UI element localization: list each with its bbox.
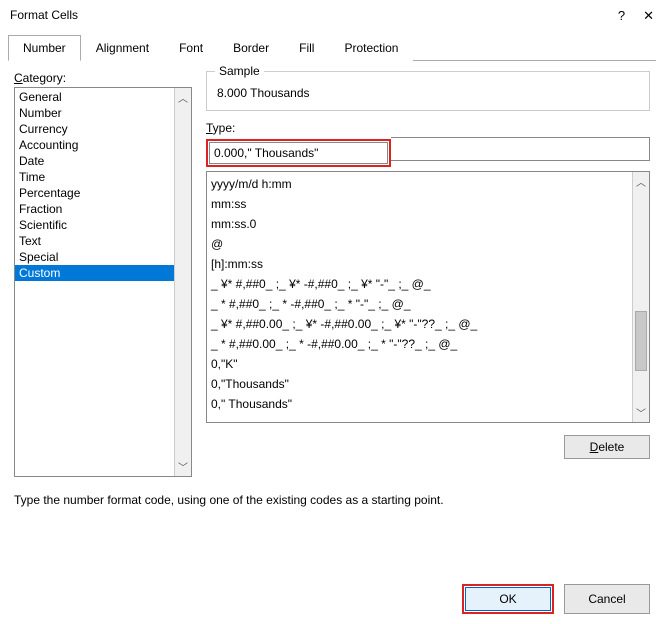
format-item[interactable]: yyyy/m/d h:mm: [211, 174, 645, 194]
window-controls: ? ✕: [618, 9, 654, 22]
category-scrollbar[interactable]: ︿ ﹀: [174, 88, 191, 476]
type-input-highlight: [206, 139, 391, 167]
category-item-time[interactable]: Time: [15, 169, 191, 185]
category-item-scientific[interactable]: Scientific: [15, 217, 191, 233]
type-label: Type:: [206, 121, 650, 135]
format-scrollbar[interactable]: ︿ ﹀: [632, 172, 649, 422]
tab-strip: Number Alignment Font Border Fill Protec…: [8, 34, 656, 61]
tab-border[interactable]: Border: [218, 35, 284, 61]
category-item-text[interactable]: Text: [15, 233, 191, 249]
delete-row: Delete: [206, 423, 650, 459]
chevron-down-icon[interactable]: ﹀: [633, 403, 649, 422]
type-input[interactable]: [209, 142, 388, 164]
cancel-button[interactable]: Cancel: [564, 584, 650, 614]
category-item-custom[interactable]: Custom: [15, 265, 191, 281]
help-icon[interactable]: ?: [618, 9, 625, 22]
format-item[interactable]: 0,"Thousands": [211, 374, 645, 394]
format-item[interactable]: mm:ss: [211, 194, 645, 214]
category-item-fraction[interactable]: Fraction: [15, 201, 191, 217]
format-item[interactable]: _ ¥* #,##0_ ;_ ¥* -#,##0_ ;_ ¥* "-"_ ;_ …: [211, 274, 645, 294]
scrollbar-thumb[interactable]: [635, 311, 647, 371]
ok-highlight: OK: [462, 584, 554, 614]
sample-group: Sample 8.000 Thousands: [206, 71, 650, 111]
format-details: Sample 8.000 Thousands Type: yyyy/m/d h:…: [206, 71, 650, 477]
dialog-title: Format Cells: [10, 8, 78, 22]
format-item[interactable]: 0,"K": [211, 354, 645, 374]
category-item-date[interactable]: Date: [15, 153, 191, 169]
dialog-footer: OK Cancel: [462, 584, 650, 614]
delete-button[interactable]: Delete: [564, 435, 650, 459]
type-input-extension[interactable]: [391, 137, 650, 161]
format-item[interactable]: [h]:mm:ss: [211, 254, 645, 274]
category-listbox[interactable]: General Number Currency Accounting Date …: [14, 87, 192, 477]
sample-label: Sample: [215, 64, 264, 78]
hint-text: Type the number format code, using one o…: [0, 477, 664, 507]
category-item-special[interactable]: Special: [15, 249, 191, 265]
chevron-up-icon[interactable]: ︿: [633, 172, 649, 191]
format-item[interactable]: _ * #,##0.00_ ;_ * -#,##0.00_ ;_ * "-"??…: [211, 334, 645, 354]
tab-fill[interactable]: Fill: [284, 35, 329, 61]
format-code-listbox[interactable]: yyyy/m/d h:mm mm:ss mm:ss.0 @ [h]:mm:ss …: [206, 171, 650, 423]
chevron-up-icon[interactable]: ︿: [175, 88, 191, 107]
tab-alignment[interactable]: Alignment: [81, 35, 164, 61]
format-item[interactable]: 0," Thousands": [211, 394, 645, 414]
format-item[interactable]: mm:ss.0: [211, 214, 645, 234]
type-input-row: [206, 137, 650, 171]
tab-content: Category: General Number Currency Accoun…: [0, 61, 664, 477]
chevron-down-icon[interactable]: ﹀: [175, 457, 191, 476]
category-item-general[interactable]: General: [15, 89, 191, 105]
format-item[interactable]: _ ¥* #,##0.00_ ;_ ¥* -#,##0.00_ ;_ ¥* "-…: [211, 314, 645, 334]
category-item-percentage[interactable]: Percentage: [15, 185, 191, 201]
scrollbar-track[interactable]: [633, 191, 649, 403]
sample-value: 8.000 Thousands: [217, 86, 639, 100]
tab-font[interactable]: Font: [164, 35, 218, 61]
category-item-accounting[interactable]: Accounting: [15, 137, 191, 153]
ok-button[interactable]: OK: [465, 587, 551, 611]
titlebar: Format Cells ? ✕: [0, 0, 664, 30]
format-item[interactable]: _ * #,##0_ ;_ * -#,##0_ ;_ * "-"_ ;_ @_: [211, 294, 645, 314]
close-icon[interactable]: ✕: [643, 9, 654, 22]
category-item-number[interactable]: Number: [15, 105, 191, 121]
category-label: Category:: [14, 71, 192, 85]
tab-number[interactable]: Number: [8, 35, 81, 61]
format-item[interactable]: @: [211, 234, 645, 254]
category-column: Category: General Number Currency Accoun…: [14, 71, 192, 477]
tab-protection[interactable]: Protection: [329, 35, 413, 61]
category-item-currency[interactable]: Currency: [15, 121, 191, 137]
